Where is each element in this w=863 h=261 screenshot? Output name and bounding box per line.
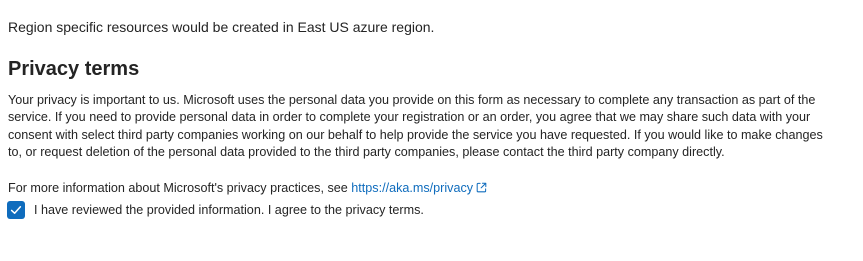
privacy-link-text: https://aka.ms/privacy bbox=[351, 181, 474, 195]
checkmark-icon bbox=[10, 206, 22, 214]
privacy-agree-row: I have reviewed the provided information… bbox=[7, 200, 424, 220]
privacy-statement: Your privacy is important to us. Microso… bbox=[8, 93, 823, 160]
privacy-terms-panel: Region specific resources would be creat… bbox=[0, 0, 863, 261]
external-link-icon bbox=[476, 182, 487, 193]
privacy-more-info: For more information about Microsoft's p… bbox=[8, 179, 487, 197]
privacy-agree-label[interactable]: I have reviewed the provided information… bbox=[34, 201, 424, 219]
region-note: Region specific resources would be creat… bbox=[8, 19, 435, 35]
privacy-link[interactable]: https://aka.ms/privacy bbox=[351, 181, 487, 195]
privacy-agree-checkbox[interactable] bbox=[7, 201, 25, 219]
privacy-terms-heading: Privacy terms bbox=[8, 58, 140, 80]
more-info-text: For more information about Microsoft's p… bbox=[8, 181, 352, 195]
